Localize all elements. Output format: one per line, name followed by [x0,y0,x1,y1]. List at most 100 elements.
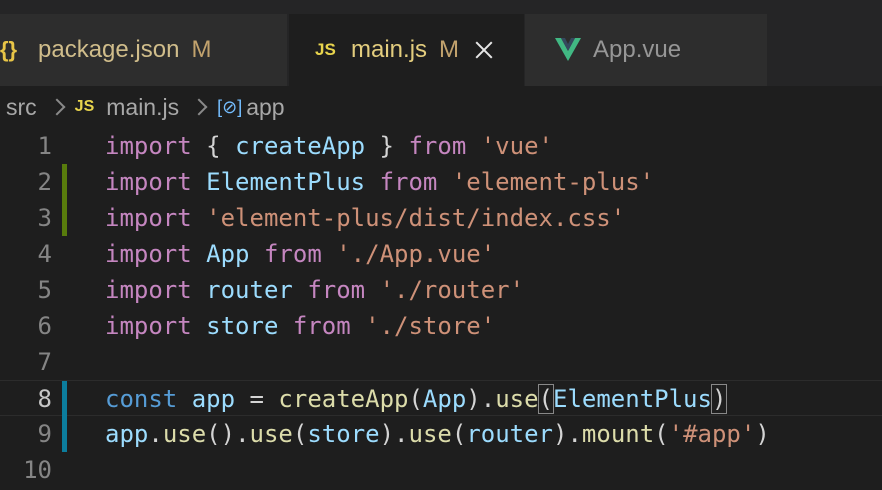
code-token: app [191,385,236,413]
modified-badge: M [439,36,460,63]
code-line[interactable]: 2 import ElementPlus from 'element-plus' [0,164,882,200]
git-modified-marker[interactable] [62,416,67,452]
code-token: ( [537,384,555,414]
variable-symbol-icon: [⊘] [217,96,243,117]
code-token: ). [553,420,582,448]
code-token: } [365,132,409,160]
code-line[interactable]: 3 import 'element-plus/dist/index.css' [0,200,882,236]
close-icon[interactable] [473,39,495,61]
code-token: mount [581,420,655,448]
code-token: 'vue' [480,132,553,160]
code-token: ( [292,420,308,448]
code-token: const [105,385,178,413]
line-number: 4 [37,240,52,268]
code-text: app.use().use(store).use(router).mount('… [105,416,770,452]
git-added-marker[interactable] [62,200,67,236]
code-token: store [206,312,279,340]
breadcrumb-file[interactable]: main.js [106,94,179,121]
code-line[interactable]: 10 [0,452,882,488]
code-token: ) [755,420,770,448]
javascript-icon: JS [315,40,336,59]
code-text: import ElementPlus from 'element-plus' [105,164,654,200]
code-line[interactable]: 5 import router from './router' [0,272,882,308]
code-token: ( [408,385,423,413]
tab-app-vue[interactable]: App.vue [525,14,767,86]
line-number: 9 [37,420,52,448]
code-token: (). [206,420,250,448]
tab-main-js[interactable]: JS main.js M [289,14,524,86]
code-token: use [495,385,539,413]
code-token: 'element-plus' [451,168,655,196]
code-token: ). [379,420,409,448]
code-token: App [422,385,467,413]
code-line[interactable]: 4 import App from './App.vue' [0,236,882,272]
code-line[interactable]: 9 app.use().use(store).use(router).mount(… [0,416,882,452]
line-number: 2 [37,168,52,196]
code-token: router [206,276,293,304]
code-text: const app = createApp(App).use(ElementPl… [105,381,728,417]
line-number: 8 [37,385,52,413]
tab-label: main.js [351,36,428,63]
line-number: 3 [37,204,52,232]
code-text: import router from './router' [105,272,524,308]
code-token: import [105,204,192,232]
tab-package-json[interactable]: {} package.json M [0,14,288,86]
vue-icon [555,38,583,62]
code-token: . [148,420,163,448]
line-number: 7 [37,348,52,376]
code-line[interactable]: 6 import store from './store' [0,308,882,344]
code-token: router [466,420,554,448]
breadcrumb-symbol[interactable]: app [246,94,284,121]
git-added-marker[interactable] [62,164,67,200]
code-token: ( [451,420,467,448]
code-token: from [408,132,467,160]
code-token: './store' [365,312,496,340]
line-number: 1 [37,132,52,160]
git-modified-marker[interactable] [62,381,67,417]
tab-label: App.vue [593,36,682,63]
code-token: use [162,420,207,448]
code-editor[interactable]: 1 import { createApp } from 'vue' 2 import … [0,128,882,490]
code-token: from [292,312,351,340]
breadcrumb-folder[interactable]: src [6,94,37,121]
code-token: './router' [379,276,525,304]
line-number: 5 [37,276,52,304]
line-number: 6 [37,312,52,340]
chevron-right-icon [48,98,66,116]
modified-badge: M [191,36,212,63]
editor-window: {} package.json M JS main.js M App.vue s… [0,0,882,490]
code-token: ( [654,420,669,448]
code-line[interactable]: 1 import { createApp } from 'vue' [0,128,882,164]
code-line[interactable]: 8 const app = createApp(App).use(ElementP… [0,380,882,417]
code-token: ) [710,384,728,414]
code-token: { [191,132,236,160]
javascript-icon: JS [74,98,95,115]
code-token: import [105,276,192,304]
code-token: from [307,276,366,304]
code-text: import { createApp } from 'vue' [105,128,553,164]
code-token: '#app' [668,420,756,448]
code-token: ElementPlus [553,385,712,413]
chevron-right-icon [190,98,208,116]
tab-bar: {} package.json M JS main.js M App.vue [0,0,882,86]
line-number: 10 [23,456,52,484]
code-token: import [105,312,192,340]
code-line[interactable]: 7 [0,344,882,380]
code-token: ). [466,385,496,413]
code-token: createApp [235,132,366,160]
code-text: import store from './store' [105,308,495,344]
code-token: import [105,168,192,196]
code-token: use [408,420,452,448]
